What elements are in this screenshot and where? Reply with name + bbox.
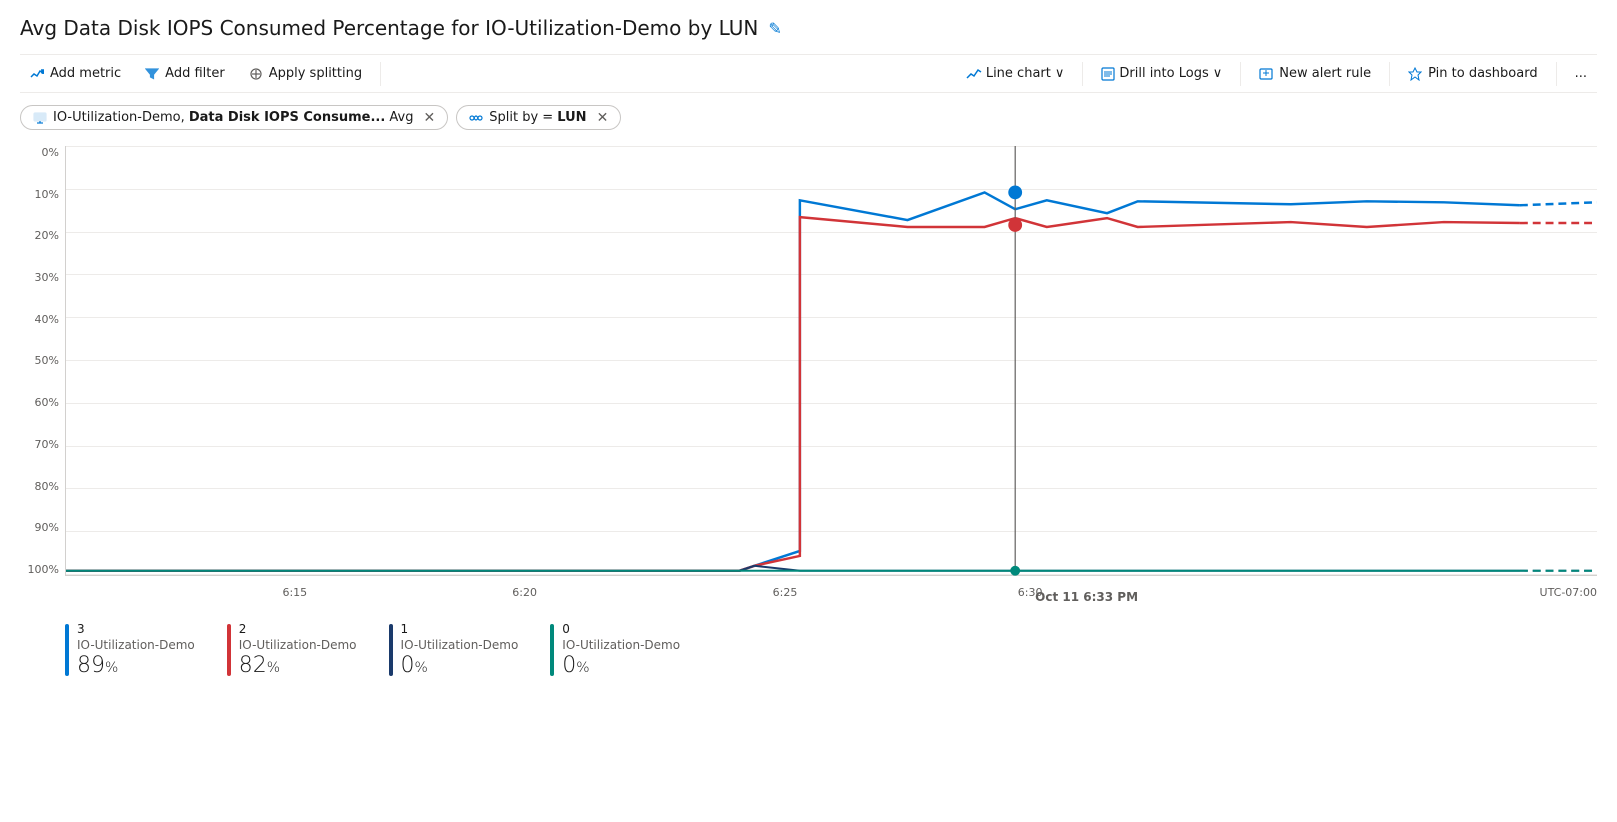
y-label-0: 0% bbox=[42, 146, 59, 159]
toolbar-divider-3 bbox=[1240, 62, 1241, 86]
split-chip-close[interactable]: ✕ bbox=[597, 111, 609, 125]
legend-value-2: 82% bbox=[239, 654, 357, 678]
y-label-40: 40% bbox=[35, 313, 59, 326]
split-icon bbox=[469, 112, 483, 124]
x-label-620: 6:20 bbox=[512, 586, 537, 599]
apply-splitting-button[interactable]: Apply splitting bbox=[239, 61, 372, 86]
pin-icon bbox=[1408, 67, 1422, 81]
alert-icon bbox=[1259, 67, 1273, 81]
x-label-615: 6:15 bbox=[282, 586, 307, 599]
legend-text-1: 1 IO-Utilization-Demo 0% bbox=[401, 622, 519, 678]
drill-logs-label: Drill into Logs bbox=[1119, 66, 1208, 81]
legend-text-3: 3 IO-Utilization-Demo 89% bbox=[77, 622, 195, 678]
toolbar: Add metric Add filter Apply splitting Li… bbox=[20, 54, 1597, 93]
toolbar-divider-2 bbox=[1082, 62, 1083, 86]
y-label-10: 10% bbox=[35, 188, 59, 201]
add-filter-button[interactable]: Add filter bbox=[135, 61, 235, 86]
toolbar-divider-1 bbox=[380, 62, 381, 86]
y-label-90: 90% bbox=[35, 521, 59, 534]
legend-color-0 bbox=[550, 624, 554, 676]
monitor-icon bbox=[33, 112, 47, 124]
split-chip-text: Split by = LUN bbox=[489, 110, 586, 125]
y-label-30: 30% bbox=[35, 271, 59, 284]
legend-number-1: 1 bbox=[401, 622, 519, 636]
more-label: ... bbox=[1575, 66, 1587, 81]
legend-number-3: 3 bbox=[77, 622, 195, 636]
new-alert-button[interactable]: New alert rule bbox=[1249, 61, 1381, 86]
line-chart-label: Line chart bbox=[986, 66, 1051, 81]
filter-bar: IO-Utilization-Demo, Data Disk IOPS Cons… bbox=[20, 105, 1597, 130]
metric-chip-close[interactable]: ✕ bbox=[424, 111, 436, 125]
more-button[interactable]: ... bbox=[1565, 61, 1597, 86]
add-filter-label: Add filter bbox=[165, 66, 225, 81]
line-chart-button[interactable]: Line chart ∨ bbox=[956, 61, 1075, 86]
add-metric-label: Add metric bbox=[50, 66, 121, 81]
series-3-solid bbox=[66, 192, 1520, 570]
x-axis: 6:15 6:20 6:25 6:30 Oct 11 6:33 PM UTC-0… bbox=[65, 578, 1597, 606]
drill-logs-icon bbox=[1101, 67, 1115, 81]
y-label-60: 60% bbox=[35, 396, 59, 409]
x-label-625: 6:25 bbox=[773, 586, 798, 599]
legend: 3 IO-Utilization-Demo 89% 2 IO-Utilizati… bbox=[20, 622, 1597, 678]
legend-item-2: 2 IO-Utilization-Demo 82% bbox=[227, 622, 357, 678]
crosshair-dot-2 bbox=[1008, 218, 1022, 232]
add-filter-icon bbox=[145, 67, 159, 81]
chart-container: 100% 90% 80% 70% 60% 50% 40% 30% 20% 10%… bbox=[20, 146, 1597, 606]
toolbar-divider-4 bbox=[1389, 62, 1390, 86]
series-3-dashed bbox=[1520, 202, 1597, 205]
legend-item-3: 3 IO-Utilization-Demo 89% bbox=[65, 622, 195, 678]
split-chip[interactable]: Split by = LUN ✕ bbox=[456, 105, 621, 130]
pin-dashboard-label: Pin to dashboard bbox=[1428, 66, 1538, 81]
legend-value-0: 0% bbox=[562, 654, 680, 678]
crosshair-dot-0 bbox=[1010, 566, 1020, 576]
new-alert-label: New alert rule bbox=[1279, 66, 1371, 81]
title-text: Avg Data Disk IOPS Consumed Percentage f… bbox=[20, 16, 758, 40]
gridline-0 bbox=[66, 574, 1597, 575]
chevron-down-icon: ∨ bbox=[1055, 66, 1065, 81]
legend-color-2 bbox=[227, 624, 231, 676]
crosshair-dot-3 bbox=[1008, 186, 1022, 200]
legend-number-2: 2 bbox=[239, 622, 357, 636]
toolbar-right: Line chart ∨ Drill into Logs ∨ New alert… bbox=[956, 61, 1597, 86]
add-metric-button[interactable]: Add metric bbox=[20, 61, 131, 86]
legend-name-0: IO-Utilization-Demo bbox=[562, 638, 680, 652]
legend-name-1: IO-Utilization-Demo bbox=[401, 638, 519, 652]
crosshair-label: Oct 11 6:33 PM bbox=[1035, 590, 1138, 604]
legend-text-2: 2 IO-Utilization-Demo 82% bbox=[239, 622, 357, 678]
legend-name-2: IO-Utilization-Demo bbox=[239, 638, 357, 652]
y-axis: 100% 90% 80% 70% 60% 50% 40% 30% 20% 10%… bbox=[20, 146, 65, 576]
line-chart-icon bbox=[966, 67, 982, 81]
add-metric-icon bbox=[30, 67, 44, 81]
apply-splitting-icon bbox=[249, 67, 263, 81]
y-label-80: 80% bbox=[35, 480, 59, 493]
y-label-100: 100% bbox=[28, 563, 59, 576]
drill-logs-button[interactable]: Drill into Logs ∨ bbox=[1091, 61, 1232, 86]
page-title: Avg Data Disk IOPS Consumed Percentage f… bbox=[20, 16, 1597, 40]
pin-dashboard-button[interactable]: Pin to dashboard bbox=[1398, 61, 1548, 86]
legend-color-1 bbox=[389, 624, 393, 676]
legend-number-0: 0 bbox=[562, 622, 680, 636]
metric-chip[interactable]: IO-Utilization-Demo, Data Disk IOPS Cons… bbox=[20, 105, 448, 130]
legend-name-3: IO-Utilization-Demo bbox=[77, 638, 195, 652]
legend-text-0: 0 IO-Utilization-Demo 0% bbox=[562, 622, 680, 678]
apply-splitting-label: Apply splitting bbox=[269, 66, 362, 81]
chart-svg bbox=[66, 146, 1597, 571]
legend-value-1: 0% bbox=[401, 654, 519, 678]
y-label-20: 20% bbox=[35, 229, 59, 242]
edit-icon[interactable]: ✎ bbox=[768, 19, 781, 38]
drill-chevron-icon: ∨ bbox=[1213, 66, 1223, 81]
legend-item-1: 1 IO-Utilization-Demo 0% bbox=[389, 622, 519, 678]
series-2-solid bbox=[66, 217, 1520, 571]
y-label-70: 70% bbox=[35, 438, 59, 451]
metric-chip-text: IO-Utilization-Demo, Data Disk IOPS Cons… bbox=[53, 110, 414, 125]
legend-value-3: 89% bbox=[77, 654, 195, 678]
legend-item-0: 0 IO-Utilization-Demo 0% bbox=[550, 622, 680, 678]
chart-plot-area bbox=[65, 146, 1597, 576]
utc-label: UTC-07:00 bbox=[1540, 586, 1597, 599]
toolbar-divider-5 bbox=[1556, 62, 1557, 86]
legend-color-3 bbox=[65, 624, 69, 676]
y-label-50: 50% bbox=[35, 354, 59, 367]
